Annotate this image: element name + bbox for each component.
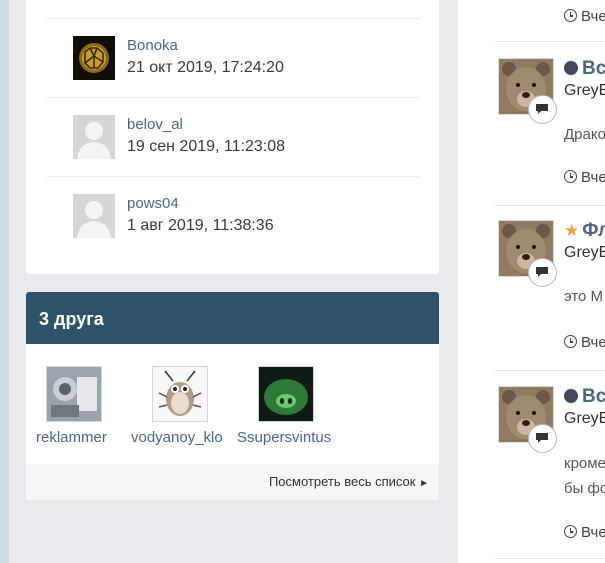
visitor-row: pows04 1 авг 2019, 11:38:36 — [46, 176, 419, 256]
avatar[interactable] — [73, 36, 115, 80]
avatar[interactable] — [73, 115, 115, 159]
clock-icon — [564, 525, 577, 538]
friends-footer: Посмотреть весь список ► — [26, 464, 439, 500]
activity-time: Вче — [564, 524, 605, 541]
post-title[interactable]: Вс — [564, 386, 605, 408]
friend-item[interactable]: Ssupersvintus — [237, 366, 368, 446]
view-all-link[interactable]: Посмотреть весь список ► — [269, 474, 429, 489]
friends-header: 3 друга — [26, 292, 439, 344]
friend-avatar[interactable] — [46, 366, 102, 422]
visitor-name[interactable]: pows04 — [127, 195, 179, 212]
activity-divider — [495, 370, 605, 371]
post-snippet: бы фо — [564, 480, 605, 497]
left-edge-strip — [0, 0, 9, 563]
comment-icon — [528, 258, 557, 287]
list-divider — [46, 0, 419, 19]
clock-icon — [564, 335, 577, 348]
post-author[interactable]: GreyE — [564, 244, 605, 262]
friend-name[interactable]: vodyanoy_klo — [131, 429, 228, 446]
post-snippet: Драко — [564, 126, 605, 143]
activity-time: Вче — [564, 334, 605, 351]
avatar[interactable] — [73, 194, 115, 238]
visitor-row: belov_al 19 сен 2019, 11:23:08 — [46, 97, 419, 177]
visitor-row: Bonoka 21 окт 2019, 17:24:20 — [46, 18, 419, 98]
friend-avatar[interactable] — [258, 366, 314, 422]
comment-icon — [528, 424, 557, 453]
activity-divider — [495, 205, 605, 206]
comment-icon — [528, 95, 557, 124]
clock-icon — [564, 9, 577, 22]
activity-divider — [495, 41, 605, 42]
status-dot-icon — [564, 61, 578, 75]
visit-date: 19 сен 2019, 11:23:08 — [127, 138, 285, 155]
friends-panel: 3 друга reklammer vodyanoy_klo Ssupersvi… — [26, 292, 439, 500]
activity-divider — [495, 558, 605, 559]
star-icon: ★ — [564, 221, 580, 240]
recent-visitors-panel: Bonoka 21 окт 2019, 17:24:20 belov_al 19… — [26, 0, 439, 274]
friend-avatar[interactable] — [152, 366, 208, 422]
visit-date: 21 окт 2019, 17:24:20 — [127, 59, 284, 76]
visitor-name[interactable]: Bonoka — [127, 37, 178, 54]
activity-stream: Вче Вс GreyE Драко Вче ★ Фл GreyE это М … — [458, 0, 605, 563]
activity-time: Вче — [564, 8, 605, 25]
post-author[interactable]: GreyE — [564, 82, 605, 100]
friend-name[interactable]: Ssupersvintus — [237, 429, 334, 446]
post-title[interactable]: ★ Фл — [564, 220, 605, 242]
post-snippet: кроме — [564, 455, 605, 472]
activity-time: Вче — [564, 169, 605, 186]
clock-icon — [564, 170, 577, 183]
status-dot-icon — [564, 389, 578, 403]
visitor-name[interactable]: belov_al — [127, 116, 183, 133]
visit-date: 1 авг 2019, 11:38:36 — [127, 217, 274, 234]
post-title[interactable]: Вс — [564, 58, 605, 80]
chevron-right-icon: ► — [419, 478, 429, 489]
post-author[interactable]: GreyE — [564, 410, 605, 428]
friend-name[interactable]: reklammer — [36, 429, 133, 446]
post-snippet: это М — [564, 288, 604, 305]
